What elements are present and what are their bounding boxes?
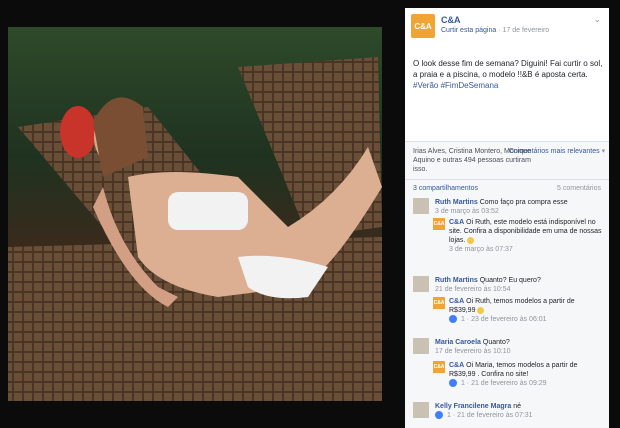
divider — [405, 179, 609, 180]
caption-text: O look desse fim de semana? Diguini! Fai… — [413, 59, 603, 79]
post-caption: O look desse fim de semana? Diguini! Fai… — [413, 58, 605, 91]
page-name-link[interactable]: C&A — [441, 15, 461, 25]
comment-meta[interactable]: 3 de março às 03:52 — [435, 208, 499, 215]
comment-text: Como faço pra compra esse — [479, 199, 568, 206]
avatar[interactable] — [413, 402, 429, 418]
post-date[interactable]: 17 de fevereiro — [503, 27, 550, 34]
smiley-emoji-icon — [467, 236, 475, 244]
avatar[interactable] — [413, 276, 429, 292]
comment-author[interactable]: C&A — [449, 219, 464, 226]
comment-author[interactable]: Kelly Francilene Magra — [435, 403, 511, 410]
avatar[interactable] — [413, 198, 429, 214]
avatar[interactable]: C&A — [433, 218, 445, 230]
comment-text: Quanto? — [482, 339, 510, 346]
engagement-counts: 3 compartilhamentos 5 comentários — [413, 185, 601, 192]
comment-author[interactable]: C&A — [449, 362, 464, 369]
photo-viewer — [0, 0, 405, 428]
comment-text: Oi Ruth, temos modelos a partir de R$39,… — [449, 298, 575, 314]
page-logo[interactable]: C&A — [411, 14, 435, 38]
comment-text: Quanto? Eu quero? — [479, 277, 541, 284]
avatar[interactable]: C&A — [433, 361, 445, 373]
comment-meta[interactable]: 3 de março às 07:37 — [449, 246, 513, 253]
comment-meta[interactable]: 17 de fevereiro às 10:10 — [435, 348, 511, 355]
caption-hashtags[interactable]: #Verão #FimDeSemana — [413, 81, 498, 90]
comment-author[interactable]: Maria Caroela — [435, 339, 481, 346]
comments-count[interactable]: 5 comentários — [557, 185, 601, 192]
chevron-down-icon[interactable]: ⌄ — [593, 14, 601, 25]
comment-text: Oi Maria, temos modelos a partir de R$39… — [449, 362, 578, 378]
like-icon — [435, 411, 443, 420]
like-icon — [449, 379, 457, 388]
comment-sort-dropdown[interactable]: Comentários mais relevantes ▾ — [509, 147, 605, 155]
post-details-panel: C&A C&A Curtir esta página · 17 de fever… — [405, 8, 609, 428]
comment-author[interactable]: C&A — [449, 298, 464, 305]
follow-page-link[interactable]: Curtir esta página — [441, 27, 496, 34]
avatar[interactable]: C&A — [433, 297, 445, 309]
sort-label: Comentários mais relevantes — [509, 148, 600, 155]
comment-author[interactable]: Ruth Martins — [435, 199, 478, 206]
like-icon — [449, 315, 457, 324]
comment-meta[interactable]: 21 de fevereiro às 10:54 — [435, 286, 511, 293]
smiley-emoji-icon — [477, 306, 485, 314]
avatar[interactable] — [413, 338, 429, 354]
photo-illustration — [8, 57, 382, 401]
comment-meta[interactable]: 1 · 21 de fevereiro às 07:31 — [447, 412, 533, 419]
comment-meta[interactable]: 1 · 21 de fevereiro às 09:29 — [461, 380, 547, 387]
comment-meta[interactable]: 1 · 23 de fevereiro às 06:01 — [461, 316, 547, 323]
sort-chevron-icon: ▾ — [601, 148, 606, 155]
post-photo[interactable] — [8, 27, 382, 401]
post-meta: Curtir esta página · 17 de fevereiro — [441, 27, 550, 34]
comment-text: né — [513, 403, 522, 410]
divider — [405, 141, 609, 142]
comment-author[interactable]: Ruth Martins — [435, 277, 478, 284]
post-header: C&A C&A Curtir esta página · 17 de fever… — [405, 8, 609, 46]
shares-count[interactable]: 3 compartilhamentos — [413, 185, 478, 192]
